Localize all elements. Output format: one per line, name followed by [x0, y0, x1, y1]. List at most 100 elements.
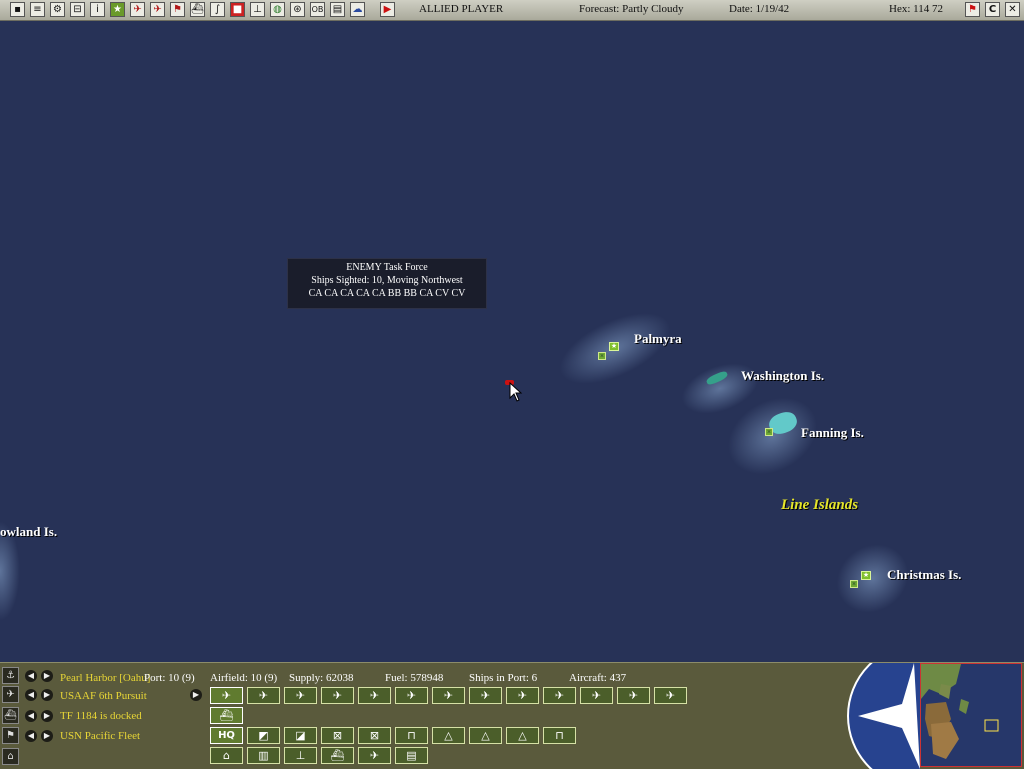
ground-unit-button[interactable]: ◪ [284, 727, 317, 744]
palmyra-base-icon[interactable]: ★ [609, 342, 619, 351]
air-group-arrow[interactable]: ▶ [190, 689, 202, 701]
hq-button[interactable]: HQ [210, 727, 243, 744]
mouse-cursor-icon [509, 382, 523, 402]
airfield-stat: Airfield: 10 (9) [210, 672, 278, 684]
globe-icon[interactable]: ◍ [270, 2, 285, 17]
base-star-icon[interactable]: ★ [110, 2, 125, 17]
facility-button[interactable]: ▤ [395, 747, 428, 764]
ship-type-button[interactable]: ⛴ [210, 707, 243, 724]
ships-in-port-stat: Ships in Port: 6 [469, 672, 538, 684]
flag-red-icon[interactable]: ⚑ [965, 2, 980, 17]
christmas-label: Christmas Is. [887, 567, 962, 582]
fanning-label: Fanning Is. [801, 425, 864, 440]
forecast: Forecast: Partly Cloudy [579, 3, 684, 15]
aircraft-type-button[interactable]: ✈ [617, 687, 650, 704]
artillery-button[interactable]: △ [432, 727, 465, 744]
supply-stat: Supply: 62038 [289, 672, 354, 684]
prev-base-arrow[interactable]: ◀ [25, 670, 37, 682]
artillery-button[interactable]: △ [469, 727, 502, 744]
engineer-button[interactable]: ⊓ [395, 727, 428, 744]
order-of-battle-icon[interactable]: OB [310, 2, 325, 17]
allied-star-emblem [846, 663, 920, 769]
list-icon[interactable]: ▤ [330, 2, 345, 17]
prev-air-arrow[interactable]: ◀ [25, 689, 37, 701]
base-name[interactable]: Pearl Harbor [Oahu] [60, 672, 150, 684]
aircraft-type-button[interactable]: ✈ [210, 687, 243, 704]
factory-icon[interactable]: ⌂ [2, 748, 19, 765]
harbor-icon[interactable]: ⊥ [250, 2, 265, 17]
prev-hq-arrow[interactable]: ◀ [25, 730, 37, 742]
combat-icon[interactable]: ■ [230, 2, 245, 17]
facility-button[interactable]: ✈ [358, 747, 391, 764]
christmas-base-icon[interactable]: ★ [861, 571, 871, 580]
next-base-arrow[interactable]: ▶ [41, 670, 53, 682]
hq-flag-icon[interactable]: ⚑ [2, 727, 19, 744]
flag-icon[interactable]: ⚑ [170, 2, 185, 17]
aircraft-stat: Aircraft: 437 [569, 672, 627, 684]
washington-label: Washington Is. [741, 368, 825, 383]
fuel-stat: Fuel: 578948 [385, 672, 444, 684]
reports-icon[interactable]: ⊟ [70, 2, 85, 17]
minimap[interactable] [920, 663, 1022, 767]
ship-icon[interactable]: ⛴ [2, 707, 19, 724]
route-icon[interactable]: ∫ [210, 2, 225, 17]
facility-button[interactable]: ⊥ [284, 747, 317, 764]
region-label: Line Islands [781, 497, 859, 513]
aircraft-type-button[interactable]: ✈ [469, 687, 502, 704]
task-force-status[interactable]: TF 1184 is docked [60, 710, 142, 722]
air-unit-name[interactable]: USAAF 6th Pursuit [60, 690, 147, 702]
player-side: ALLIED PLAYER [419, 3, 504, 15]
end-turn-icon[interactable]: ▶ [380, 2, 395, 17]
palmyra-label: Palmyra [634, 331, 682, 346]
next-tf-arrow[interactable]: ▶ [41, 710, 53, 722]
next-hq-arrow[interactable]: ▶ [41, 730, 53, 742]
strategic-map[interactable]: ★ × × ★ × Palmyra Washington Is. Fanning… [0, 21, 1024, 662]
facility-button[interactable]: ⌂ [210, 747, 243, 764]
aircraft-type-button[interactable]: ✈ [284, 687, 317, 704]
aircraft-type-button[interactable]: ✈ [247, 687, 280, 704]
air-unit-icon[interactable]: ✈ [130, 2, 145, 17]
ship-icon[interactable]: ⛴ [190, 2, 205, 17]
aircraft-type-button[interactable]: ✈ [358, 687, 391, 704]
weather-icon[interactable]: ☁ [350, 2, 365, 17]
top-toolbar: ▪ ≡ ⚙ ⊟ i ★ ✈ ✈ ⚑ ⛴ ∫ ■ ⊥ ◍ ⊛ OB ▤ ☁ ▶ A… [0, 0, 1024, 21]
christmas-port-icon[interactable]: × [850, 580, 858, 588]
cycle-icon[interactable]: ⊛ [290, 2, 305, 17]
aircraft-type-button[interactable]: ✈ [321, 687, 354, 704]
info-icon[interactable]: i [90, 2, 105, 17]
document-icon[interactable]: ≡ [30, 2, 45, 17]
fanning-port-icon[interactable]: × [765, 428, 773, 436]
engineer-button[interactable]: ⊓ [543, 727, 576, 744]
save-icon[interactable]: ▪ [10, 2, 25, 17]
palmyra-port-icon[interactable]: × [598, 352, 606, 360]
artillery-button[interactable]: △ [506, 727, 539, 744]
close-icon[interactable]: ✕ [1005, 2, 1020, 17]
bottom-panel: ⚓ ◀ ▶ Pearl Harbor [Oahu] Port: 10 (9) A… [0, 662, 1024, 769]
aircraft-type-button[interactable]: ✈ [654, 687, 687, 704]
next-air-arrow[interactable]: ▶ [41, 689, 53, 701]
prev-tf-arrow[interactable]: ◀ [25, 710, 37, 722]
aircraft-type-button[interactable]: ✈ [580, 687, 613, 704]
settings-icon[interactable]: ⚙ [50, 2, 65, 17]
aircraft-type-button[interactable]: ✈ [395, 687, 428, 704]
aircraft-type-button[interactable]: ✈ [506, 687, 539, 704]
aircraft-icon[interactable]: ✈ [150, 2, 165, 17]
airplane-icon[interactable]: ✈ [2, 686, 19, 703]
ground-unit-button[interactable]: ◩ [247, 727, 280, 744]
tooltip-ships-sighted: Ships Sighted: 10, Moving Northwest [311, 275, 463, 286]
enemy-task-force-tooltip: ENEMY Task Force Ships Sighted: 10, Movi… [287, 258, 487, 309]
hex-coordinates: Hex: 114 72 [889, 3, 943, 15]
infantry-button[interactable]: ⊠ [358, 727, 391, 744]
tooltip-ship-types: CA CA CA CA CA BB BB CA CV CV [308, 288, 466, 299]
facility-button[interactable]: ▥ [247, 747, 280, 764]
hq-name[interactable]: USN Pacific Fleet [60, 730, 140, 742]
facility-button[interactable]: ⛴ [321, 747, 354, 764]
date: Date: 1/19/42 [729, 3, 790, 15]
infantry-button[interactable]: ⊠ [321, 727, 354, 744]
aircraft-type-button[interactable]: ✈ [543, 687, 576, 704]
tooltip-title: ENEMY Task Force [346, 262, 428, 273]
anchor-icon[interactable]: ⚓ [2, 667, 19, 684]
aircraft-type-button[interactable]: ✈ [432, 687, 465, 704]
howland-label: owland Is. [0, 524, 58, 539]
c-button[interactable]: C [985, 2, 1000, 17]
